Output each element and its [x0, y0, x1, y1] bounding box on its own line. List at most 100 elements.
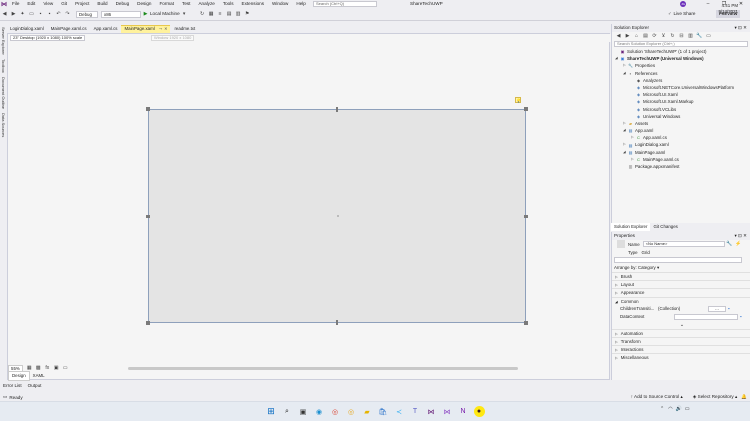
volume-icon[interactable]: 🔊 [676, 406, 682, 412]
menu-item-edit[interactable]: Edit [23, 0, 39, 8]
resize-handle-top[interactable] [336, 107, 338, 112]
resize-handle-tr[interactable] [524, 107, 528, 111]
editor-tab[interactable]: MainPage.xaml ⊸ ✕ [121, 24, 171, 33]
clock[interactable]: 4:41 PM 9/14/2021 [718, 3, 738, 15]
sync-icon[interactable]: ⟳ [651, 33, 658, 40]
tree-item[interactable]: ▷ 🔧 Properties [615, 62, 750, 69]
editor-tab[interactable]: readme.txt [171, 25, 198, 33]
wifi-icon[interactable]: ◠ [668, 406, 672, 412]
menu-item-build[interactable]: Build [93, 0, 111, 8]
switch-views-icon[interactable]: ▤ [642, 33, 649, 40]
run-icon[interactable]: ▶ [142, 11, 149, 18]
tree-item[interactable]: ▥ Package.appxmanifest [615, 163, 750, 170]
pin-icon[interactable]: ⊸ [159, 25, 162, 33]
menu-item-design[interactable]: Design [133, 0, 155, 8]
visual-studio-icon[interactable]: ⋈ [426, 406, 437, 417]
snap-lines-icon[interactable]: ▣ [53, 365, 60, 372]
resize-handle-left[interactable] [146, 215, 150, 218]
panel-controls[interactable]: ▾ ⊡ ✕ [734, 24, 750, 32]
settings-icon[interactable]: 🔧 [726, 241, 733, 248]
property-marker-icon[interactable]: ▪ [728, 306, 730, 311]
property-value[interactable]: (Collection) [658, 306, 698, 311]
tree-item[interactable]: ◢ ▣ ShareTechUWP (Universal Windows) [615, 55, 750, 62]
back-icon[interactable]: ◀ [615, 33, 622, 40]
back-icon[interactable]: ◀ [1, 11, 8, 18]
tree-item[interactable]: ▣ Solution 'ShareTechUWP' (1 of 1 project… [615, 48, 750, 55]
name-field[interactable]: <No Name> [642, 241, 725, 247]
lightbulb-icon[interactable]: 💡 [515, 97, 521, 103]
tree-item[interactable]: ◈ Microsoft.VCLibs [615, 106, 750, 113]
resize-handle-bottom[interactable] [336, 320, 338, 325]
design-canvas[interactable] [146, 107, 528, 325]
tree-item[interactable]: ◆ Analyzers [615, 77, 750, 84]
minimize-icon[interactable]: – [700, 0, 716, 8]
search-icon[interactable]: ⌕ [282, 406, 293, 417]
menu-item-file[interactable]: File [8, 0, 23, 8]
search-input[interactable]: Search (Ctrl+Q) [313, 1, 377, 7]
forward-icon[interactable]: ▶ [10, 11, 17, 18]
chrome-canary-icon[interactable]: ◎ [346, 406, 357, 417]
property-category[interactable]: ▷ Layout [612, 280, 750, 288]
forward-icon[interactable]: ▶ [624, 33, 631, 40]
avatar[interactable]: JG [680, 1, 686, 7]
datacontext-field[interactable] [674, 313, 738, 320]
select-repository-button[interactable]: ◈ Select Repository ▴ [693, 394, 737, 400]
snap-grid-icon[interactable]: ▩ [35, 365, 42, 372]
left-strip-tab[interactable]: Toolbox [1, 59, 6, 73]
property-category[interactable]: ▷ Automation [612, 328, 750, 337]
notifications-icon[interactable]: 🔔 [741, 394, 747, 400]
tree-item[interactable]: ◢ ▪ References [615, 70, 750, 77]
arrange-by-dropdown[interactable]: Arrange by: Category ▾ [612, 264, 750, 272]
property-category[interactable]: ▷ Appearance [612, 288, 750, 296]
panel-controls[interactable]: ▾ ⊡ ✕ [734, 232, 750, 240]
tree-item[interactable]: ◈ Microsoft.NETCore.UniversalWindowsPlatf… [615, 84, 750, 91]
menu-item-format[interactable]: Format [155, 0, 178, 8]
menu-item-debug[interactable]: Debug [112, 0, 134, 8]
kakaotalk-icon[interactable]: ● [473, 406, 485, 417]
visual-studio-preview-icon[interactable]: ⋈ [442, 406, 453, 417]
effects-icon[interactable]: fx [44, 365, 51, 372]
config-dropdown[interactable]: Debug [76, 10, 98, 18]
tree-item[interactable]: ◈ Microsoft.UI.Xaml.Markup [615, 98, 750, 105]
undo-icon[interactable]: ↶ [55, 11, 62, 18]
editor-tab[interactable]: App.xaml.cs [91, 25, 121, 33]
view-tab-design[interactable]: Design [8, 371, 30, 381]
property-category[interactable]: ▷ Interactions [612, 345, 750, 353]
refresh-icon[interactable]: ↻ [669, 33, 676, 40]
redo-icon[interactable]: ↷ [64, 11, 71, 18]
platform-dropdown[interactable]: x86 [101, 10, 141, 18]
panel-tab[interactable]: Solution Explorer [611, 223, 651, 231]
tree-item[interactable]: ▷ ▰ Assets [615, 120, 750, 127]
save-icon[interactable]: ▪ [37, 11, 44, 18]
tree-item[interactable]: ◈ Microsoft.UI.Xaml [615, 91, 750, 98]
panel-tab[interactable]: Git Changes [650, 223, 680, 231]
menu-item-git[interactable]: Git [57, 0, 71, 8]
tree-item[interactable]: ▷ C MainPage.xaml.cs [615, 156, 750, 163]
view-tab-xaml[interactable]: XAML [30, 372, 48, 380]
bottom-tab[interactable]: Output [25, 381, 45, 390]
solution-search-input[interactable]: Search Solution Explorer (Ctrl+;) [614, 41, 748, 47]
property-category[interactable]: ▷ Transform [612, 336, 750, 345]
chrome-icon[interactable]: ◎ [330, 406, 341, 417]
left-strip-tab[interactable]: Document Outline [1, 77, 6, 109]
resize-handle-br[interactable] [524, 321, 528, 325]
run-target-button[interactable]: Local Machine [150, 10, 180, 18]
collapse-all-icon[interactable]: ⊟ [678, 33, 685, 40]
add-source-control-button[interactable]: ↑ Add to Source Control ▴ [631, 394, 683, 400]
left-strip-tab[interactable]: Server Explorer [1, 27, 6, 55]
property-category[interactable]: ▷ Miscellaneous [612, 353, 750, 361]
close-tab-icon[interactable]: ✕ [164, 25, 167, 33]
properties-icon[interactable]: 🔧 [696, 33, 703, 40]
menu-item-extensions[interactable]: Extensions [238, 0, 268, 8]
resize-handle-tl[interactable] [146, 107, 150, 111]
onenote-icon[interactable]: N [458, 406, 469, 417]
show-all-files-icon[interactable]: ▥ [687, 33, 694, 40]
menu-item-tools[interactable]: Tools [219, 0, 238, 8]
preview-icon[interactable]: ▭ [705, 33, 712, 40]
menu-item-help[interactable]: Help [292, 0, 309, 8]
comment-icon[interactable]: ▤ [226, 11, 233, 18]
menu-item-view[interactable]: View [39, 0, 57, 8]
editor-tab[interactable]: MainPage.xaml.cs [48, 25, 90, 33]
store-icon[interactable]: 🛍 [378, 406, 389, 417]
teams-icon[interactable]: T [410, 406, 421, 417]
